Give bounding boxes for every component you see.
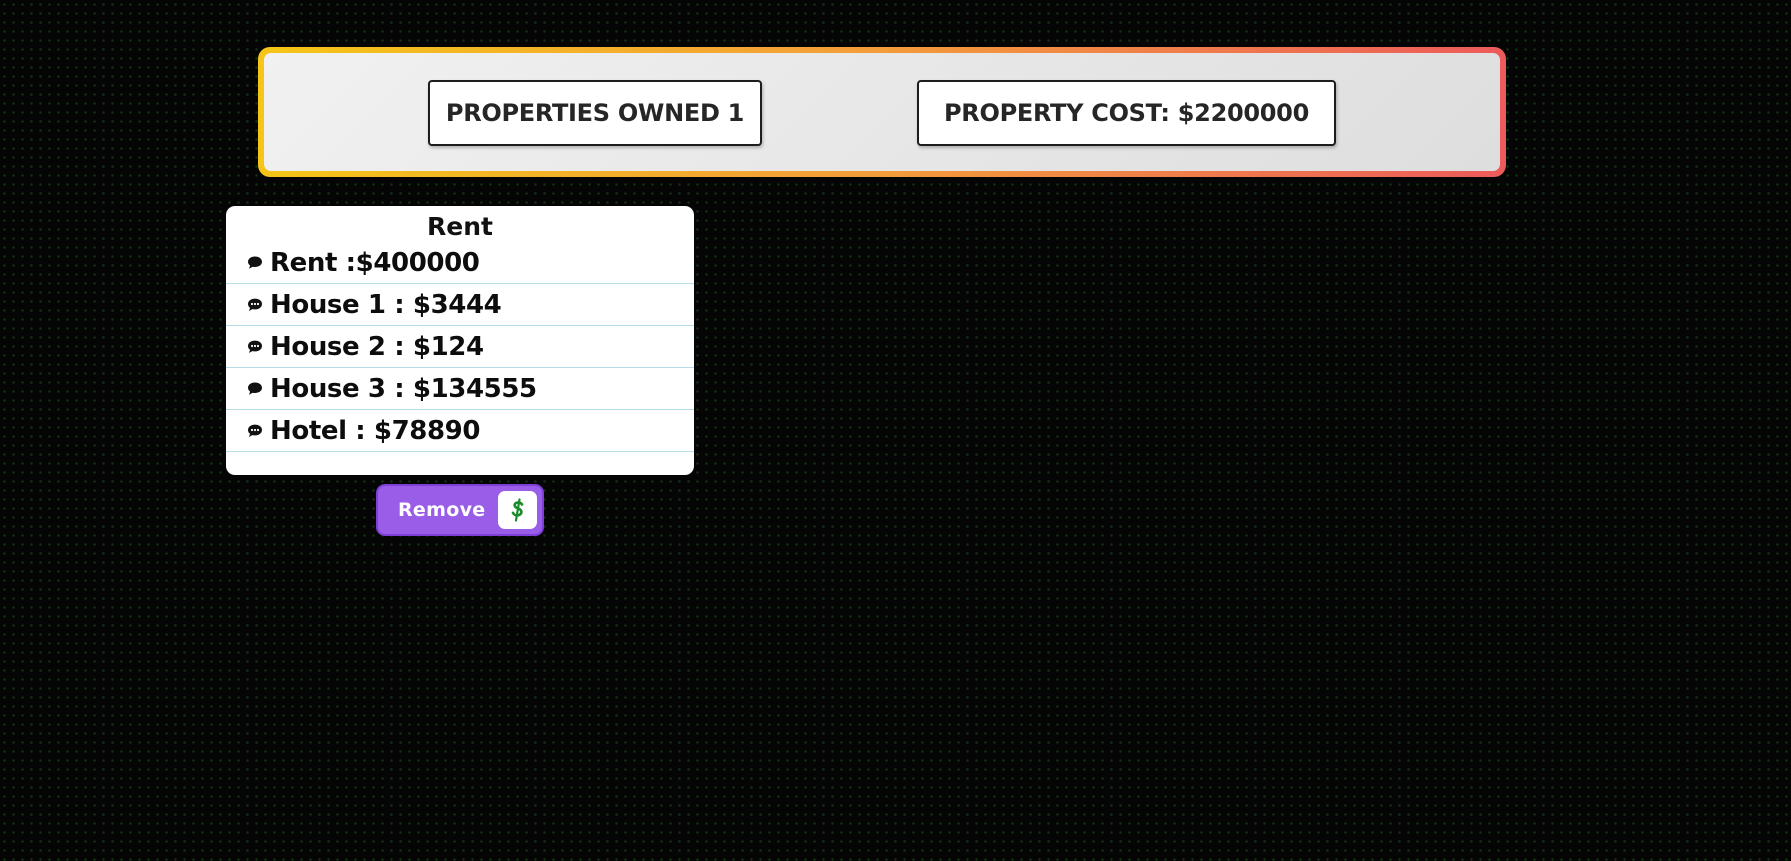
dollar-icon <box>498 491 537 529</box>
rent-list: Rent :$400000 House 1 : $3444 House 2 : … <box>226 242 694 452</box>
rent-row: House 2 : $124 <box>226 326 694 368</box>
rent-row-label: House 1 : $3444 <box>270 289 502 320</box>
remove-button[interactable]: Remove <box>376 484 544 536</box>
rent-row-label: House 2 : $124 <box>270 331 484 362</box>
rent-row: Rent :$400000 <box>226 242 694 284</box>
rent-row-label: House 3 : $134555 <box>270 373 537 404</box>
speech-bubble-icon <box>248 340 262 353</box>
speech-bubble-icon <box>248 424 262 437</box>
stats-banner-panel: PROPERTIES OWNED 1 PROPERTY COST: $22000… <box>264 53 1500 171</box>
speech-bubble-icon <box>248 298 262 311</box>
speech-bubble-icon <box>248 256 262 269</box>
properties-owned-label: PROPERTIES OWNED 1 <box>428 80 762 146</box>
rent-row-label: Rent :$400000 <box>270 247 480 278</box>
rent-row: House 1 : $3444 <box>226 284 694 326</box>
rent-card: Rent Rent :$400000 House 1 : $3444 House… <box>226 206 694 475</box>
stats-banner: PROPERTIES OWNED 1 PROPERTY COST: $22000… <box>258 47 1506 177</box>
remove-button-label: Remove <box>398 499 486 521</box>
property-cost-label: PROPERTY COST: $2200000 <box>917 80 1336 146</box>
rent-row-label: Hotel : $78890 <box>270 415 481 446</box>
rent-row: Hotel : $78890 <box>226 410 694 452</box>
rent-row: House 3 : $134555 <box>226 368 694 410</box>
speech-bubble-icon <box>248 382 262 395</box>
rent-card-title: Rent <box>427 212 493 241</box>
